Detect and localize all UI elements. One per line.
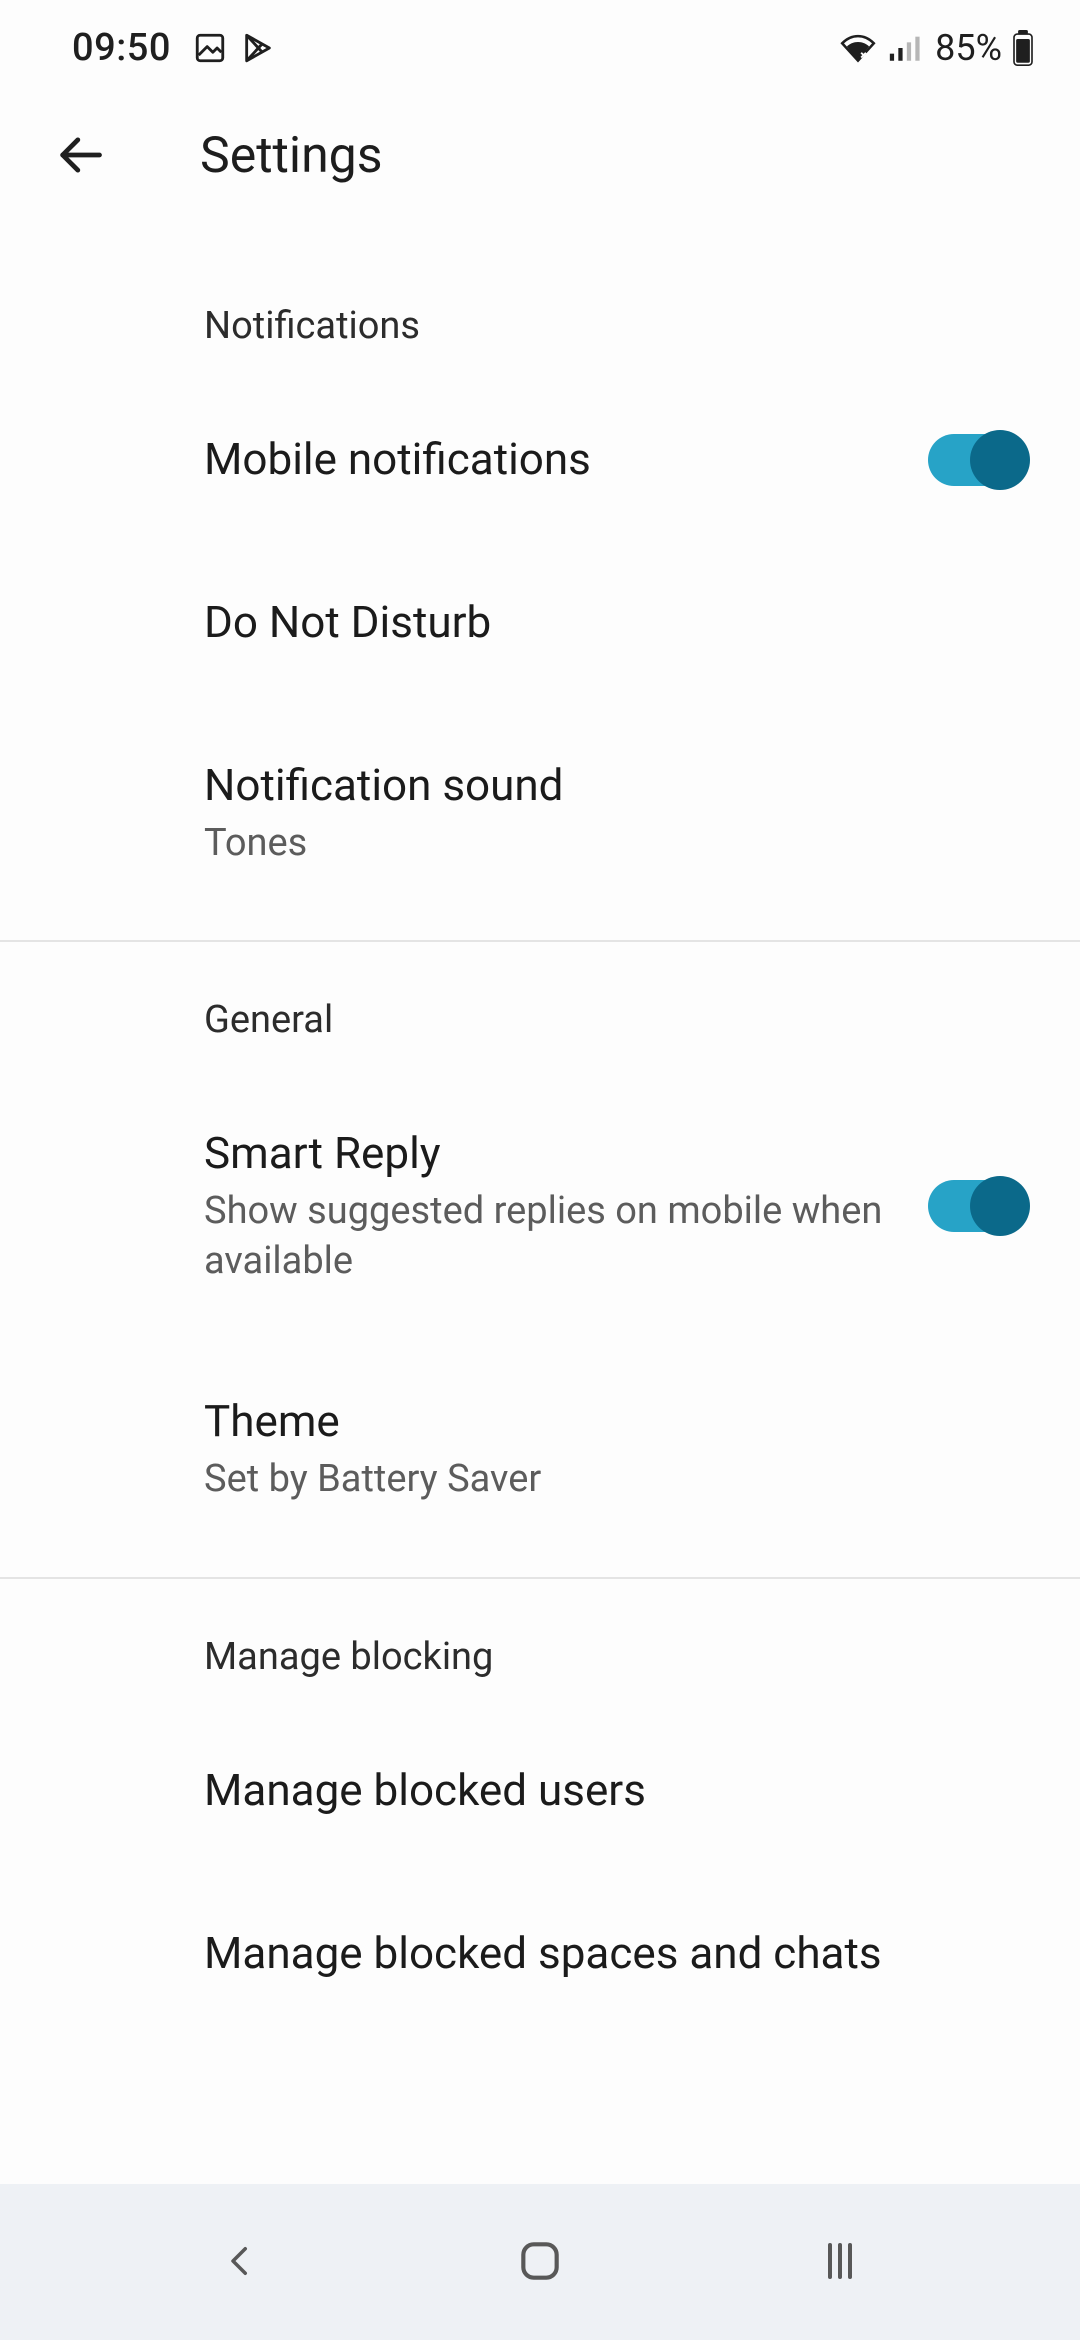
row-blocked-users[interactable]: Manage blocked users	[0, 1735, 1080, 1846]
row-smart-reply[interactable]: Smart Reply Show suggested replies on mo…	[0, 1098, 1080, 1314]
row-subtitle: Set by Battery Saver	[204, 1455, 994, 1504]
row-title: Mobile notifications	[204, 432, 898, 487]
row-theme[interactable]: Theme Set by Battery Saver	[0, 1366, 1080, 1532]
toggle-knob	[970, 430, 1030, 490]
status-time: 09:50	[72, 26, 171, 70]
battery-percentage: 85%	[935, 27, 1002, 69]
nav-home-button[interactable]	[480, 2202, 600, 2322]
section-header-notifications: Notifications	[0, 304, 1080, 348]
row-title: Do Not Disturb	[204, 595, 994, 650]
row-subtitle: Tones	[204, 819, 994, 868]
toggle-smart-reply[interactable]	[928, 1180, 1024, 1232]
row-title: Notification sound	[204, 758, 994, 813]
chevron-left-icon	[219, 2233, 261, 2292]
battery-icon	[1012, 30, 1034, 66]
toggle-knob	[970, 1176, 1030, 1236]
page-title: Settings	[200, 127, 383, 185]
status-right: 85%	[839, 27, 1034, 69]
row-notification-sound[interactable]: Notification sound Tones	[0, 730, 1080, 896]
image-icon	[193, 31, 227, 65]
row-blocked-spaces[interactable]: Manage blocked spaces and chats	[0, 1898, 1080, 2009]
section-divider	[0, 1577, 1080, 1579]
section-divider	[0, 940, 1080, 942]
status-left: 09:50	[72, 26, 275, 70]
row-title: Theme	[204, 1394, 994, 1449]
wifi-icon	[839, 32, 877, 64]
row-mobile-notifications[interactable]: Mobile notifications	[0, 404, 1080, 515]
row-title: Smart Reply	[204, 1126, 898, 1181]
nav-back-button[interactable]	[180, 2202, 300, 2322]
cell-signal-icon	[887, 33, 921, 63]
arrow-back-icon	[54, 129, 106, 184]
back-button[interactable]	[52, 128, 108, 184]
home-square-icon	[515, 2236, 565, 2289]
navigation-bar	[0, 2184, 1080, 2340]
row-subtitle: Show suggested replies on mobile when av…	[204, 1187, 898, 1286]
recents-icon	[816, 2237, 864, 2288]
nav-recents-button[interactable]	[780, 2202, 900, 2322]
row-title: Manage blocked users	[204, 1763, 994, 1818]
row-title: Manage blocked spaces and chats	[204, 1926, 994, 1981]
section-header-blocking: Manage blocking	[0, 1635, 1080, 1679]
section-header-general: General	[0, 998, 1080, 1042]
status-bar: 09:50	[0, 0, 1080, 96]
row-do-not-disturb[interactable]: Do Not Disturb	[0, 567, 1080, 678]
play-store-icon	[241, 31, 275, 65]
toggle-mobile-notifications[interactable]	[928, 434, 1024, 486]
settings-content: Notifications Mobile notifications Do No…	[0, 216, 1080, 2009]
app-bar: Settings	[0, 96, 1080, 216]
